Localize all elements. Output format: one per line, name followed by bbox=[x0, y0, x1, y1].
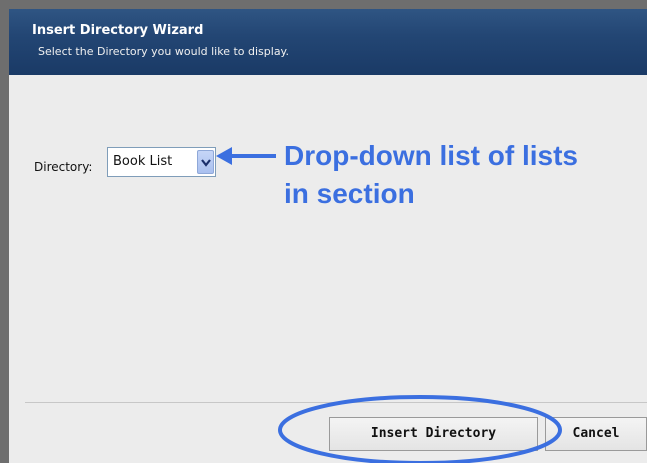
screenshot-frame: Insert Directory Wizard Select the Direc… bbox=[0, 0, 647, 463]
arrow-left-icon bbox=[216, 147, 276, 165]
